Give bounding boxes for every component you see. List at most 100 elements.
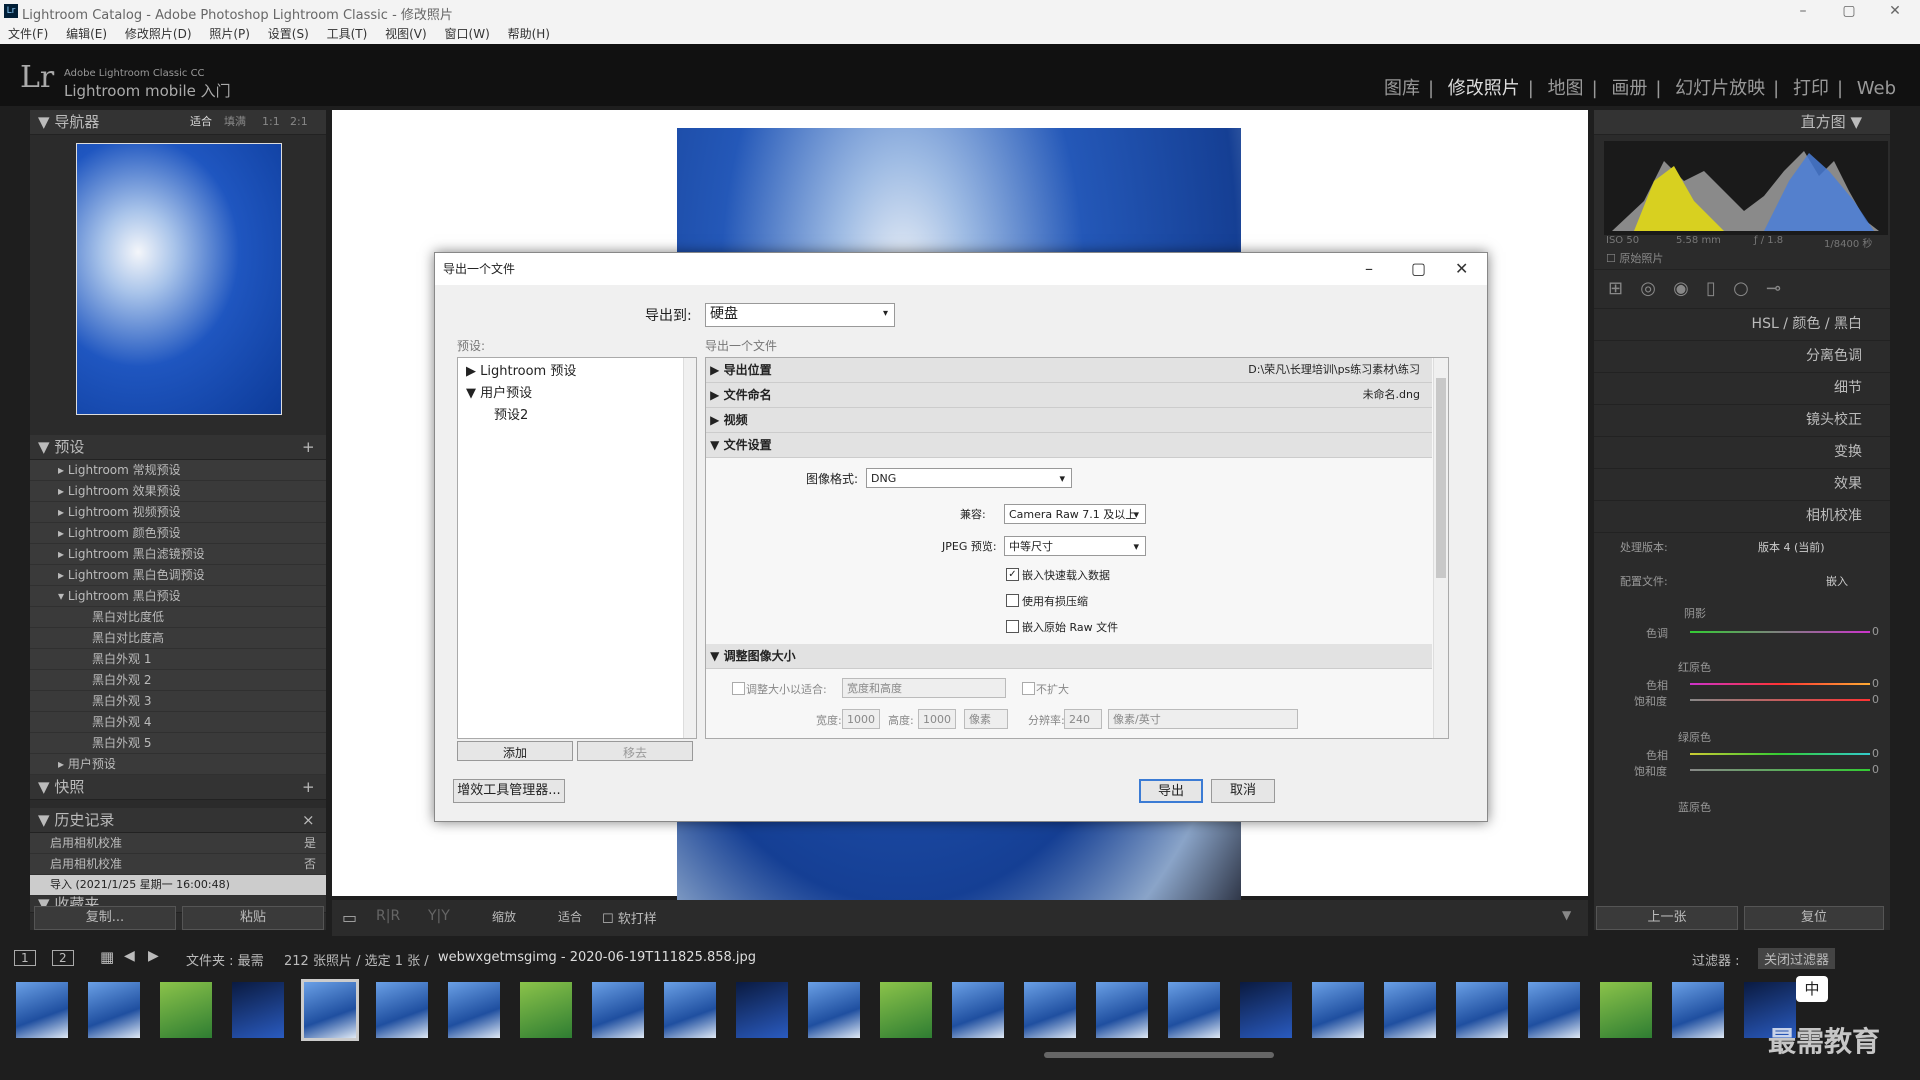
add-preset-button[interactable]: 添加	[457, 741, 573, 761]
filmstrip-thumbnail[interactable]	[88, 982, 140, 1038]
zoom-1-1[interactable]: 1:1	[262, 110, 280, 134]
folder-source[interactable]: 文件夹 : 最需	[186, 950, 264, 969]
section-resize[interactable]: ▼ 调整图像大小	[706, 644, 1432, 669]
section-video[interactable]: ▶ 视频	[706, 408, 1432, 433]
soft-proof-toggle[interactable]: ☐ 软打样	[602, 908, 657, 927]
brush-slider-icon[interactable]: ⊸	[1766, 278, 1781, 299]
menu-help[interactable]: 帮助(H)	[508, 24, 550, 44]
module-web[interactable]: Web	[1857, 78, 1896, 99]
filmstrip-thumbnail[interactable]	[1384, 982, 1436, 1038]
spot-removal-icon[interactable]: ◎	[1640, 278, 1656, 299]
height-input[interactable]: 1000	[918, 709, 956, 729]
dialog-maximize-button[interactable]: ▢	[1411, 259, 1426, 278]
maximize-button[interactable]: ▢	[1826, 0, 1872, 24]
section-export-location[interactable]: ▶ 导出位置 D:\荣凡\长理培训\ps练习素材\练习	[706, 358, 1432, 383]
filmstrip-thumbnail[interactable]	[301, 979, 359, 1041]
preset-folder[interactable]: ▸ Lightroom 颜色预设	[30, 523, 326, 544]
before-after-icon[interactable]: R|R	[376, 908, 400, 924]
fast-load-checkbox[interactable]: ✓	[1006, 568, 1019, 581]
filename[interactable]: webwxgetmsgimg - 2020-06-19T111825.858.j…	[438, 950, 756, 965]
ime-indicator[interactable]: 中	[1796, 976, 1828, 1002]
toolbar-menu-icon[interactable]: ▼	[1562, 908, 1571, 922]
grid-icon[interactable]: ▦	[100, 948, 114, 966]
scrollbar-thumb[interactable]	[1436, 378, 1446, 578]
detail-header[interactable]: 细节	[1594, 373, 1890, 405]
preset-item[interactable]: 黑白外观 3	[30, 691, 326, 712]
filmstrip-thumbnail[interactable]	[232, 982, 284, 1038]
green-hue-slider[interactable]	[1690, 753, 1870, 755]
loupe-view-icon[interactable]: ▭	[342, 908, 357, 927]
tree-node-user[interactable]: ▼ 用户预设	[466, 382, 532, 401]
copy-button[interactable]: 复制...	[34, 906, 176, 930]
history-header[interactable]: ▼ 历史记录 ×	[30, 808, 326, 833]
radial-filter-icon[interactable]: ○	[1733, 278, 1749, 299]
filmstrip-thumbnail[interactable]	[952, 982, 1004, 1038]
green-sat-slider[interactable]	[1690, 769, 1870, 771]
red-sat-slider[interactable]	[1690, 699, 1870, 701]
resolution-input[interactable]: 240	[1064, 709, 1102, 729]
effects-header[interactable]: 效果	[1594, 469, 1890, 501]
filmstrip-thumbnail[interactable]	[376, 982, 428, 1038]
filmstrip-thumbnail[interactable]	[592, 982, 644, 1038]
compat-select[interactable]: Camera Raw 7.1 及以上 ▾	[1004, 504, 1146, 524]
filmstrip-thumbnail[interactable]	[448, 982, 500, 1038]
preset-item[interactable]: 黑白外观 4	[30, 712, 326, 733]
filmstrip-thumbnail[interactable]	[1456, 982, 1508, 1038]
format-select[interactable]: DNG ▾	[866, 468, 1072, 488]
filmstrip-thumbnail[interactable]	[160, 982, 212, 1038]
reset-button[interactable]: 复位	[1744, 906, 1884, 930]
zoom-fit[interactable]: 适合	[190, 110, 212, 134]
preset-folder[interactable]: ▸ Lightroom 常规预设	[30, 460, 326, 481]
back-icon[interactable]: ◀	[124, 948, 135, 964]
export-button[interactable]: 导出	[1139, 779, 1203, 803]
resize-fit-checkbox[interactable]	[732, 682, 745, 695]
preset-item[interactable]: 黑白对比度高	[30, 628, 326, 649]
cancel-button[interactable]: 取消	[1211, 779, 1275, 803]
filmstrip-thumbnail[interactable]	[520, 982, 572, 1038]
preset-item[interactable]: 黑白外观 5	[30, 733, 326, 754]
page-2-button[interactable]: 2	[52, 950, 74, 966]
original-photo-toggle[interactable]: ☐ 原始照片	[1594, 249, 1890, 269]
menu-photo[interactable]: 照片(P)	[209, 24, 250, 44]
preset-folder[interactable]: ▸ Lightroom 黑白滤镜预设	[30, 544, 326, 565]
paste-button[interactable]: 粘贴	[182, 906, 324, 930]
clear-history-icon[interactable]: ×	[302, 808, 315, 832]
filmstrip-thumbnail[interactable]	[880, 982, 932, 1038]
split-toning-header[interactable]: 分离色调	[1594, 341, 1890, 373]
filmstrip-thumbnail[interactable]	[1168, 982, 1220, 1038]
filmstrip-thumbnail[interactable]	[1600, 982, 1652, 1038]
module-print[interactable]: 打印	[1793, 78, 1829, 99]
filmstrip-thumbnail[interactable]	[1096, 982, 1148, 1038]
section-file-settings[interactable]: ▼ 文件设置	[706, 433, 1432, 458]
lossy-checkbox[interactable]	[1006, 594, 1019, 607]
preset-folder[interactable]: ▾ Lightroom 黑白预设	[30, 586, 326, 607]
process-select[interactable]: 版本 4 (当前)	[1758, 539, 1825, 555]
preset-folder[interactable]: ▸ 用户预设	[30, 754, 326, 775]
preset-folder[interactable]: ▸ Lightroom 黑白色调预设	[30, 565, 326, 586]
preset-item[interactable]: 黑白对比度低	[30, 607, 326, 628]
settings-scrollbar[interactable]	[1433, 358, 1448, 738]
tree-node-lightroom[interactable]: ▶ Lightroom 预设	[466, 360, 576, 379]
forward-icon[interactable]: ▶	[148, 948, 159, 964]
filmstrip-thumbnail[interactable]	[736, 982, 788, 1038]
filter-select[interactable]: 关闭过滤器	[1758, 948, 1836, 969]
histogram-header[interactable]: 直方图 ▼	[1594, 110, 1890, 135]
histogram[interactable]: ISO 50 5.58 mm ƒ / 1.8 1/8400 秒	[1594, 135, 1890, 250]
plugin-manager-button[interactable]: 增效工具管理器...	[453, 779, 565, 803]
jpeg-preview-select[interactable]: 中等尺寸 ▾	[1004, 536, 1146, 556]
filmstrip-thumbnail[interactable]	[16, 982, 68, 1038]
add-preset-icon[interactable]: +	[302, 435, 315, 459]
page-1-button[interactable]: 1	[14, 950, 36, 966]
red-eye-icon[interactable]: ◉	[1673, 278, 1689, 299]
export-to-select[interactable]: 硬盘 ▾	[705, 303, 895, 327]
red-hue-slider[interactable]	[1690, 683, 1870, 685]
menu-view[interactable]: 视图(V)	[385, 24, 427, 44]
resize-fit-select[interactable]: 宽度和高度	[842, 678, 1006, 698]
filmstrip-thumbnail[interactable]	[808, 982, 860, 1038]
preset-folder[interactable]: ▸ Lightroom 效果预设	[30, 481, 326, 502]
menu-file[interactable]: 文件(F)	[8, 24, 48, 44]
width-input[interactable]: 1000	[842, 709, 880, 729]
brand-line2[interactable]: Lightroom mobile 入门	[64, 80, 231, 101]
filmstrip-scrollbar[interactable]	[1044, 1052, 1274, 1058]
minimize-button[interactable]: –	[1780, 0, 1826, 24]
